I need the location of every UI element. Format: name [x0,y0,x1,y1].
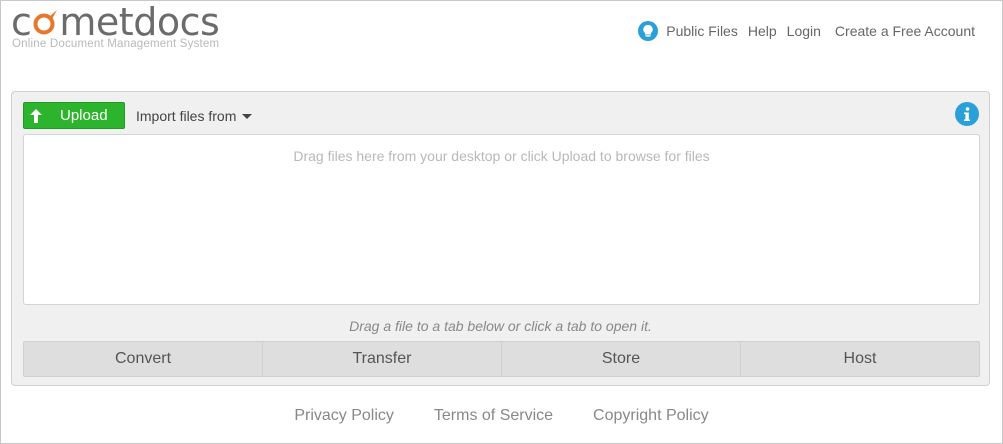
tabs-hint: Drag a file to a tab below or click a ta… [349,318,652,334]
action-tabs: Convert Transfer Store Host [23,341,980,377]
privacy-policy-link[interactable]: Privacy Policy [294,407,394,425]
drop-zone-hint: Drag files here from your desktop or cli… [293,148,710,164]
logo-wordmark: c metdocs [11,0,220,44]
lightbulb-icon[interactable] [638,21,659,41]
tab-transfer[interactable]: Transfer [263,342,502,376]
public-files-link[interactable]: Public Files [666,23,738,39]
copyright-policy-link[interactable]: Copyright Policy [593,407,709,425]
tab-convert[interactable]: Convert [24,342,263,376]
file-drop-zone[interactable]: Drag files here from your desktop or cli… [23,134,980,305]
tab-store[interactable]: Store [502,342,741,376]
import-files-dropdown[interactable]: Import files from [136,108,253,124]
upload-button[interactable]: Upload [23,102,125,129]
help-link[interactable]: Help [748,23,777,39]
arrow-up-icon [24,108,48,123]
footer: Privacy Policy Terms of Service Copyrigh… [0,407,1003,425]
logo-prefix: c [11,0,32,44]
create-account-link[interactable]: Create a Free Account [835,23,975,39]
tab-host[interactable]: Host [741,342,979,376]
upload-button-label: Upload [60,107,108,124]
comet-icon [32,9,58,35]
upload-panel: Upload Import files from Drag files here… [11,91,990,386]
import-files-label: Import files from [136,108,237,124]
terms-of-service-link[interactable]: Terms of Service [434,407,553,425]
logo[interactable]: c metdocs Online Document Management Sys… [11,0,220,50]
logo-suffix: metdocs [59,0,220,44]
logo-tagline: Online Document Management System [12,38,220,50]
login-link[interactable]: Login [787,23,821,39]
top-navigation: Public Files Help Login Create a Free Ac… [638,21,975,41]
caret-down-icon [242,113,253,119]
info-icon[interactable] [955,102,979,126]
